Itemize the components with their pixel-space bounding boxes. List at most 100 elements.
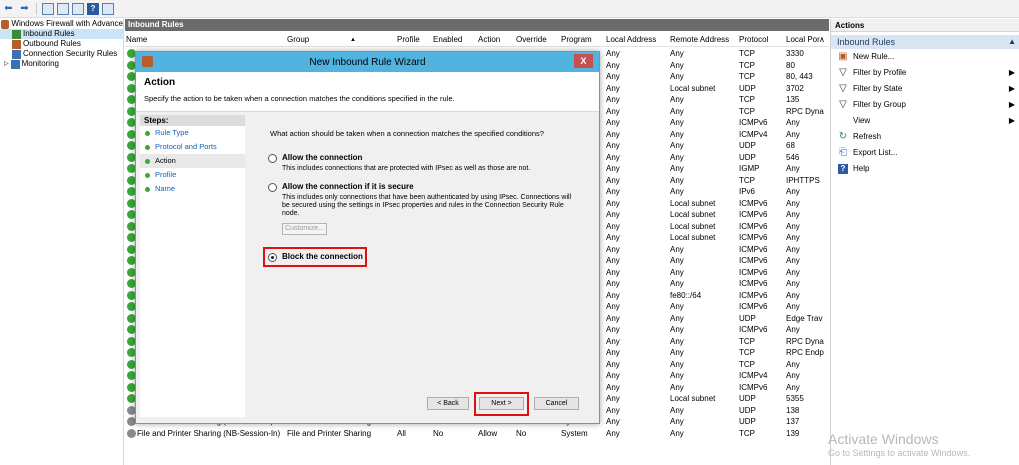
cell-local: Any bbox=[606, 244, 620, 254]
column-header-6[interactable]: Program bbox=[561, 34, 605, 46]
cell-remote: Any bbox=[670, 405, 684, 415]
back-button[interactable]: < Back bbox=[427, 397, 469, 410]
action-filter-by-profile[interactable]: ▽ Filter by Profile ▶ bbox=[831, 65, 1019, 81]
cell-local: Any bbox=[606, 175, 620, 185]
table-row[interactable]: File and Printer Sharing (NB-Session-In)… bbox=[125, 428, 829, 440]
cell-local: Any bbox=[606, 152, 620, 162]
action-filter-by-state[interactable]: ▽ Filter by State ▶ bbox=[831, 81, 1019, 97]
cell-protocol: ICMPv6 bbox=[739, 290, 768, 300]
cell-remote: Any bbox=[670, 164, 684, 173]
step-bullet-icon bbox=[145, 131, 150, 136]
action-label: New Rule... bbox=[853, 52, 895, 61]
column-header-7[interactable]: Local Address bbox=[606, 34, 668, 46]
cell-protocol: UDP bbox=[739, 417, 756, 426]
column-header-9[interactable]: Protocol bbox=[739, 34, 785, 46]
tree-item-connection-security[interactable]: Connection Security Rules bbox=[0, 49, 123, 59]
action-filter-by-group[interactable]: ▽ Filter by Group ▶ bbox=[831, 97, 1019, 113]
step-protocol-and-ports[interactable]: Protocol and Ports bbox=[140, 140, 245, 154]
cell-remote: Any bbox=[670, 106, 684, 116]
cell-port: 80 bbox=[786, 60, 795, 70]
back-icon[interactable]: ⬅ bbox=[2, 2, 15, 15]
allow-radio[interactable] bbox=[268, 154, 277, 163]
refresh-icon: ↻ bbox=[838, 131, 848, 142]
scroll-up-icon[interactable]: ∧ bbox=[819, 34, 827, 46]
step-profile[interactable]: Profile bbox=[140, 168, 245, 182]
action-refresh[interactable]: ↻ Refresh bbox=[831, 129, 1019, 145]
cell-port: 3702 bbox=[786, 83, 804, 93]
action-label: Export List... bbox=[853, 148, 898, 157]
console-pane-icon[interactable] bbox=[102, 2, 114, 15]
cell-port: Edge Trav bbox=[786, 313, 823, 323]
cell-remote: Local subnet bbox=[670, 83, 716, 93]
cell-remote: Any bbox=[670, 129, 684, 139]
forward-icon[interactable]: ➡ bbox=[18, 2, 31, 15]
expand-icon[interactable]: ▷ bbox=[4, 59, 9, 69]
tree-item-inbound-rules[interactable]: Inbound Rules bbox=[0, 29, 123, 39]
collapse-icon[interactable]: ▲ bbox=[1008, 35, 1016, 49]
cell-protocol: ICMPv6 bbox=[739, 118, 768, 127]
column-header-4[interactable]: Action bbox=[478, 34, 514, 46]
column-header-3[interactable]: Enabled bbox=[433, 34, 477, 46]
cell-local: Any bbox=[606, 417, 620, 426]
cell-protocol: IGMP bbox=[739, 164, 760, 173]
cell-protocol: TCP bbox=[739, 106, 755, 116]
action-export-list[interactable]: ⎗ Export List... bbox=[831, 145, 1019, 161]
cell-remote: Any bbox=[670, 141, 684, 150]
cell-local: Any bbox=[606, 359, 620, 369]
cell-remote: Any bbox=[670, 256, 684, 265]
step-rule-type[interactable]: Rule Type bbox=[140, 126, 245, 140]
cell-protocol: UDP bbox=[739, 394, 756, 403]
step-action[interactable]: Action bbox=[140, 154, 245, 168]
help-icon[interactable]: ? bbox=[87, 2, 99, 15]
column-header-0[interactable]: Name bbox=[126, 34, 276, 46]
customize-button[interactable]: Customize... bbox=[282, 223, 327, 235]
allow-label[interactable]: Allow the connection bbox=[282, 153, 362, 162]
tree-item-outbound-rules[interactable]: Outbound Rules bbox=[0, 39, 123, 49]
action-view[interactable]: View ▶ bbox=[831, 113, 1019, 129]
column-header-5[interactable]: Override bbox=[516, 34, 560, 46]
show-hide-tree-icon[interactable] bbox=[57, 2, 69, 15]
allow-secure-radio[interactable] bbox=[268, 183, 277, 192]
tree-item-label: Connection Security Rules bbox=[23, 49, 118, 58]
steps-label: Steps: bbox=[140, 115, 245, 126]
allow-secure-label[interactable]: Allow the connection if it is secure bbox=[282, 182, 414, 191]
mmc-toolbar: ⬅ ➡ ? bbox=[0, 0, 1019, 18]
up-folder-icon[interactable] bbox=[42, 2, 54, 15]
export-icon[interactable] bbox=[72, 2, 84, 15]
cell-local: Any bbox=[606, 118, 620, 127]
monitoring-icon bbox=[10, 59, 20, 69]
cell-port: RPC Dyna bbox=[786, 336, 824, 346]
tree-item-label: Monitoring bbox=[21, 59, 59, 68]
step-name[interactable]: Name bbox=[140, 182, 245, 196]
cell-port: Any bbox=[786, 382, 800, 392]
cell-remote: Any bbox=[670, 279, 684, 288]
tree-item-root[interactable]: Windows Firewall with Advance bbox=[0, 19, 123, 29]
action-help[interactable]: ? Help bbox=[831, 161, 1019, 177]
action-label: Filter by Group bbox=[853, 100, 906, 109]
cell-port: Any bbox=[786, 325, 800, 334]
action-new-rule[interactable]: ▣ New Rule... bbox=[831, 49, 1019, 65]
cell-protocol: TCP bbox=[739, 348, 755, 357]
cell-remote: Any bbox=[670, 244, 684, 254]
cell-local: Any bbox=[606, 198, 620, 208]
close-button[interactable]: X bbox=[574, 54, 593, 68]
cell-remote: Any bbox=[670, 325, 684, 334]
new-rule-icon: ▣ bbox=[838, 51, 848, 62]
cell-local: Any bbox=[606, 106, 620, 116]
column-header-1[interactable]: Group bbox=[287, 34, 387, 46]
cell-protocol: ICMPv6 bbox=[739, 198, 768, 208]
actions-section-inbound-rules[interactable]: Inbound Rules ▲ bbox=[831, 35, 1019, 49]
cell-local: Any bbox=[606, 49, 620, 58]
column-header-2[interactable]: Profile bbox=[397, 34, 431, 46]
wizard-titlebar[interactable]: New Inbound Rule Wizard X bbox=[136, 52, 599, 72]
action-label: View bbox=[853, 116, 871, 125]
column-header-8[interactable]: Remote Address bbox=[670, 34, 738, 46]
cell-local: Any bbox=[606, 302, 620, 311]
cell-remote: Any bbox=[670, 118, 684, 127]
cell-port: 546 bbox=[786, 152, 800, 162]
tree-item-monitoring[interactable]: ▷ Monitoring bbox=[0, 59, 123, 69]
sort-ascending-icon: ▲ bbox=[350, 37, 356, 43]
cell-local: Any bbox=[606, 233, 620, 242]
cancel-button[interactable]: Cancel bbox=[534, 397, 579, 410]
action-label: Filter by Profile bbox=[853, 68, 907, 77]
